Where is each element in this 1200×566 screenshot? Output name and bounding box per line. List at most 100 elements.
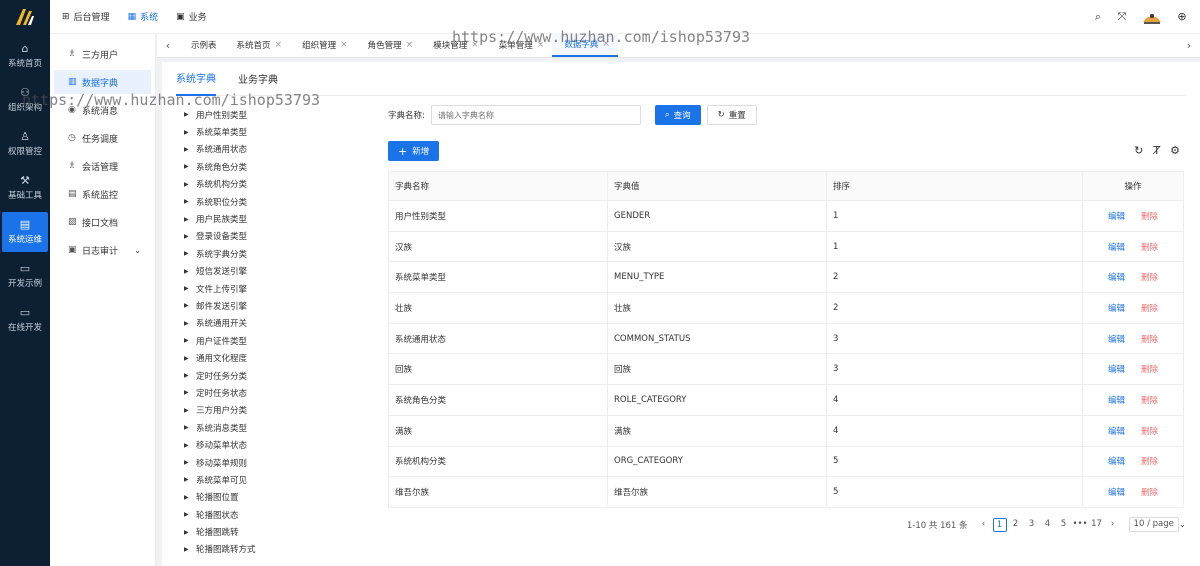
caret-right-icon[interactable]: ▶	[184, 163, 196, 170]
tab-item[interactable]: 示例表	[179, 33, 225, 57]
dict-name-input[interactable]	[430, 105, 641, 125]
tree-node[interactable]: ▶ 轮播图位置	[184, 489, 364, 506]
caret-right-icon[interactable]: ▶	[184, 111, 196, 118]
tree-node[interactable]: ▶ 系统菜单可见	[184, 471, 364, 488]
caret-right-icon[interactable]: ▶	[184, 459, 196, 466]
sidebar-item[interactable]: ◷ 任务调度	[54, 126, 151, 150]
caret-right-icon[interactable]: ▶	[184, 129, 196, 136]
tab-business-dict[interactable]: 业务字典	[238, 62, 278, 96]
tree-node[interactable]: ▶ 邮件发送引擎	[184, 297, 364, 314]
caret-right-icon[interactable]: ▶	[184, 529, 196, 536]
edit-link[interactable]: 编辑	[1108, 457, 1125, 467]
tree-node[interactable]: ▶ 短信发送引擎	[184, 263, 364, 280]
caret-right-icon[interactable]: ▶	[184, 442, 196, 449]
caret-right-icon[interactable]: ▶	[184, 372, 196, 379]
tree-node[interactable]: ▶ 通用文化程度	[184, 349, 364, 366]
avatar[interactable]	[1140, 7, 1164, 27]
tree-node[interactable]: ▶ 定时任务分类	[184, 367, 364, 384]
leftnav-item[interactable]: ⚒ 基础工具	[2, 168, 48, 208]
edit-link[interactable]: 编辑	[1108, 427, 1125, 437]
edit-link[interactable]: 编辑	[1108, 243, 1125, 253]
caret-right-icon[interactable]: ▶	[184, 216, 196, 223]
sidebar-item[interactable]: ♗ 三方用户	[54, 42, 151, 66]
search-icon[interactable]: ⌕	[1086, 10, 1110, 24]
tree-node[interactable]: ▶ 系统角色分类	[184, 158, 364, 175]
caret-right-icon[interactable]: ▶	[184, 407, 196, 414]
tree-node[interactable]: ▶ 轮播图状态	[184, 506, 364, 523]
tab-item[interactable]: 组织管理 ×	[290, 33, 356, 57]
settings-icon[interactable]: ⚙	[1170, 144, 1180, 157]
add-button[interactable]: + 新增	[388, 141, 440, 161]
delete-link[interactable]: 删除	[1141, 335, 1158, 345]
edit-link[interactable]: 编辑	[1108, 273, 1125, 283]
caret-right-icon[interactable]: ▶	[184, 198, 196, 205]
tree-node[interactable]: ▶ 移动菜单规则	[184, 454, 364, 471]
density-icon[interactable]: Ⱦ	[1153, 144, 1160, 157]
caret-right-icon[interactable]: ▶	[184, 285, 196, 292]
caret-right-icon[interactable]: ▶	[184, 424, 196, 431]
edit-link[interactable]: 编辑	[1108, 396, 1125, 406]
page-number[interactable]: 3	[1025, 518, 1039, 532]
fullscreen-icon[interactable]: ⤧	[1110, 10, 1134, 24]
leftnav-item[interactable]: ♙ 权限管控	[2, 124, 48, 164]
close-icon[interactable]: ×	[602, 39, 610, 49]
tree-node[interactable]: ▶ 定时任务状态	[184, 384, 364, 401]
app-logo[interactable]	[0, 0, 50, 34]
sidebar-item[interactable]: ▤ 系统监控	[54, 182, 151, 206]
edit-link[interactable]: 编辑	[1108, 365, 1125, 375]
tab-item[interactable]: 数据字典 ×	[552, 33, 618, 57]
sidebar-item[interactable]: ♗ 会话管理	[54, 154, 151, 178]
sidebar-item[interactable]: ▣ 日志审计 ⌄	[54, 238, 151, 262]
next-page-icon[interactable]: ›	[1106, 518, 1120, 532]
tree-node[interactable]: ▶ 系统字典分类	[184, 245, 364, 262]
sidebar-item[interactable]: ▨ 接口文档	[54, 210, 151, 234]
query-button[interactable]: ⌕ 查询	[654, 105, 701, 125]
tree-node[interactable]: ▶ 文件上传引擎	[184, 280, 364, 297]
top-menu-item[interactable]: ▣ 业务	[176, 10, 207, 24]
delete-link[interactable]: 删除	[1141, 243, 1158, 253]
caret-right-icon[interactable]: ▶	[184, 320, 196, 327]
leftnav-item[interactable]: ⌂ 系统首页	[2, 36, 48, 76]
tree-node[interactable]: ▶ 三方用户分类	[184, 402, 364, 419]
close-icon[interactable]: ×	[340, 40, 348, 50]
caret-right-icon[interactable]: ▶	[184, 546, 196, 553]
caret-right-icon[interactable]: ▶	[184, 181, 196, 188]
prev-page-icon[interactable]: ‹	[977, 518, 991, 532]
tab-item[interactable]: 菜单管理 ×	[487, 33, 553, 57]
tree-node[interactable]: ▶ 系统通用状态	[184, 141, 364, 158]
tree-node[interactable]: ▶ 移动菜单状态	[184, 436, 364, 453]
tree-node[interactable]: ▶ 用户证件类型	[184, 332, 364, 349]
tab-system-dict[interactable]: 系统字典	[176, 62, 216, 96]
tree-node[interactable]: ▶ 系统机构分类	[184, 176, 364, 193]
page-size-select[interactable]: 10 / page	[1128, 517, 1179, 532]
tree-node[interactable]: ▶ 系统菜单类型	[184, 123, 364, 140]
tree-node[interactable]: ▶ 用户民族类型	[184, 210, 364, 227]
leftnav-item[interactable]: ⚇ 组织架构	[2, 80, 48, 120]
tab-item[interactable]: 角色管理 ×	[356, 33, 422, 57]
close-icon[interactable]: ×	[471, 40, 479, 50]
tab-item[interactable]: 系统首页 ×	[225, 33, 291, 57]
page-number[interactable]: 4	[1041, 518, 1055, 532]
edit-link[interactable]: 编辑	[1108, 488, 1125, 498]
delete-link[interactable]: 删除	[1141, 304, 1158, 314]
sidebar-item[interactable]: ▥ 数据字典	[54, 70, 151, 94]
tree-node[interactable]: ▶ 轮播图跳转	[184, 523, 364, 540]
tree-node[interactable]: ▶ 轮播图跳转方式	[184, 541, 364, 558]
tree-node[interactable]: ▶ 系统职位分类	[184, 193, 364, 210]
page-number[interactable]: 5	[1057, 518, 1071, 532]
close-icon[interactable]: ×	[537, 40, 545, 50]
delete-link[interactable]: 删除	[1141, 396, 1158, 406]
page-number[interactable]: 2	[1009, 518, 1023, 532]
language-icon[interactable]: ⊕	[1170, 10, 1194, 23]
top-menu-item[interactable]: ⊞ 后台管理	[62, 10, 110, 24]
tree-node[interactable]: ▶ 用户性别类型	[184, 106, 364, 123]
page-number[interactable]: 17	[1090, 518, 1104, 532]
refresh-icon[interactable]: ↻	[1134, 144, 1143, 157]
leftnav-item[interactable]: ▭ 开发示例	[2, 256, 48, 296]
caret-right-icon[interactable]: ▶	[184, 250, 196, 257]
caret-right-icon[interactable]: ▶	[184, 146, 196, 153]
top-menu-item[interactable]: ▦ 系统	[128, 10, 159, 24]
edit-link[interactable]: 编辑	[1108, 335, 1125, 345]
leftnav-item[interactable]: ▭ 在线开发	[2, 300, 48, 340]
caret-right-icon[interactable]: ▶	[184, 268, 196, 275]
